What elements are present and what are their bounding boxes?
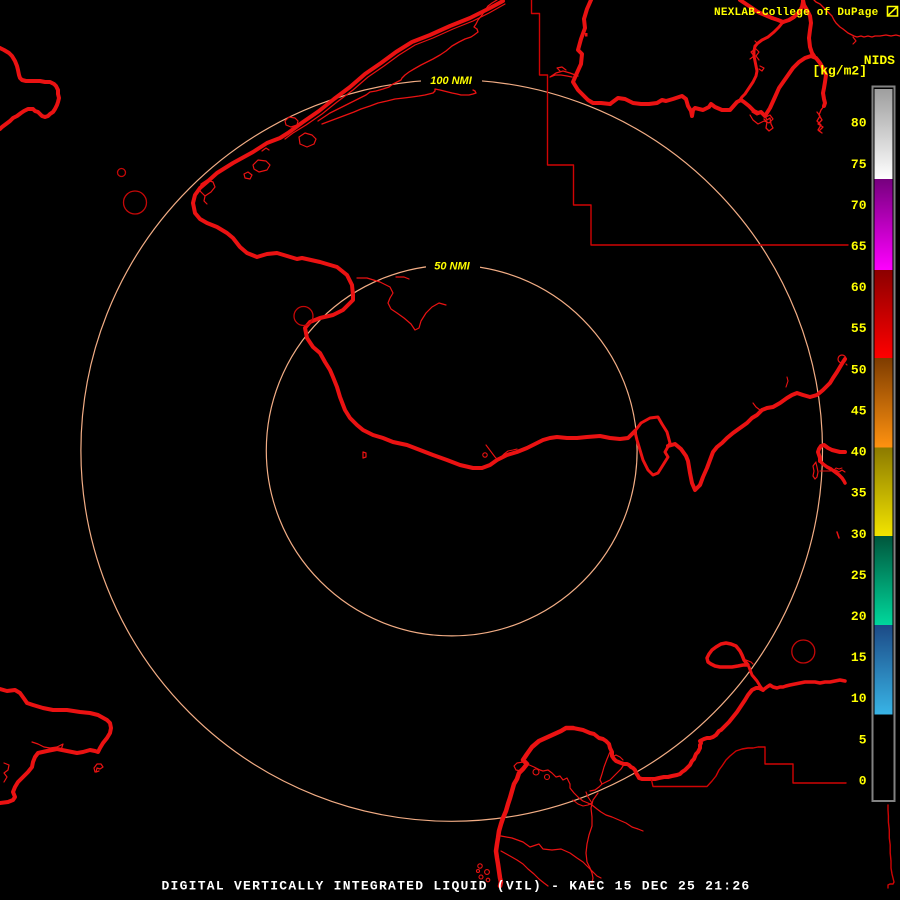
svg-text:65: 65	[851, 239, 867, 254]
svg-text:60: 60	[851, 280, 867, 295]
svg-text:70: 70	[851, 198, 867, 213]
svg-text:55: 55	[851, 321, 867, 336]
svg-text:80: 80	[851, 116, 867, 131]
svg-text:30: 30	[851, 527, 867, 542]
svg-text:15: 15	[851, 650, 867, 665]
svg-text:25: 25	[851, 568, 867, 583]
svg-text:DIGITAL VERTICALLY INTEGRATED: DIGITAL VERTICALLY INTEGRATED LIQUID (VI…	[162, 879, 751, 894]
svg-text:100 NMI: 100 NMI	[430, 75, 473, 87]
svg-text:75: 75	[851, 157, 867, 172]
svg-text:NIDS: NIDS	[864, 53, 895, 68]
svg-text:35: 35	[851, 486, 867, 501]
svg-text:NEXLAB-College of DuPage: NEXLAB-College of DuPage	[714, 7, 879, 19]
svg-text:40: 40	[851, 445, 867, 460]
svg-text:10: 10	[851, 691, 867, 706]
svg-text:20: 20	[851, 609, 867, 624]
svg-text:0: 0	[859, 774, 867, 789]
svg-text:45: 45	[851, 404, 867, 419]
svg-text:[kg/m2]: [kg/m2]	[812, 64, 867, 79]
svg-text:50: 50	[851, 362, 867, 377]
svg-text:5: 5	[859, 732, 867, 747]
svg-text:50 NMI: 50 NMI	[434, 261, 470, 273]
